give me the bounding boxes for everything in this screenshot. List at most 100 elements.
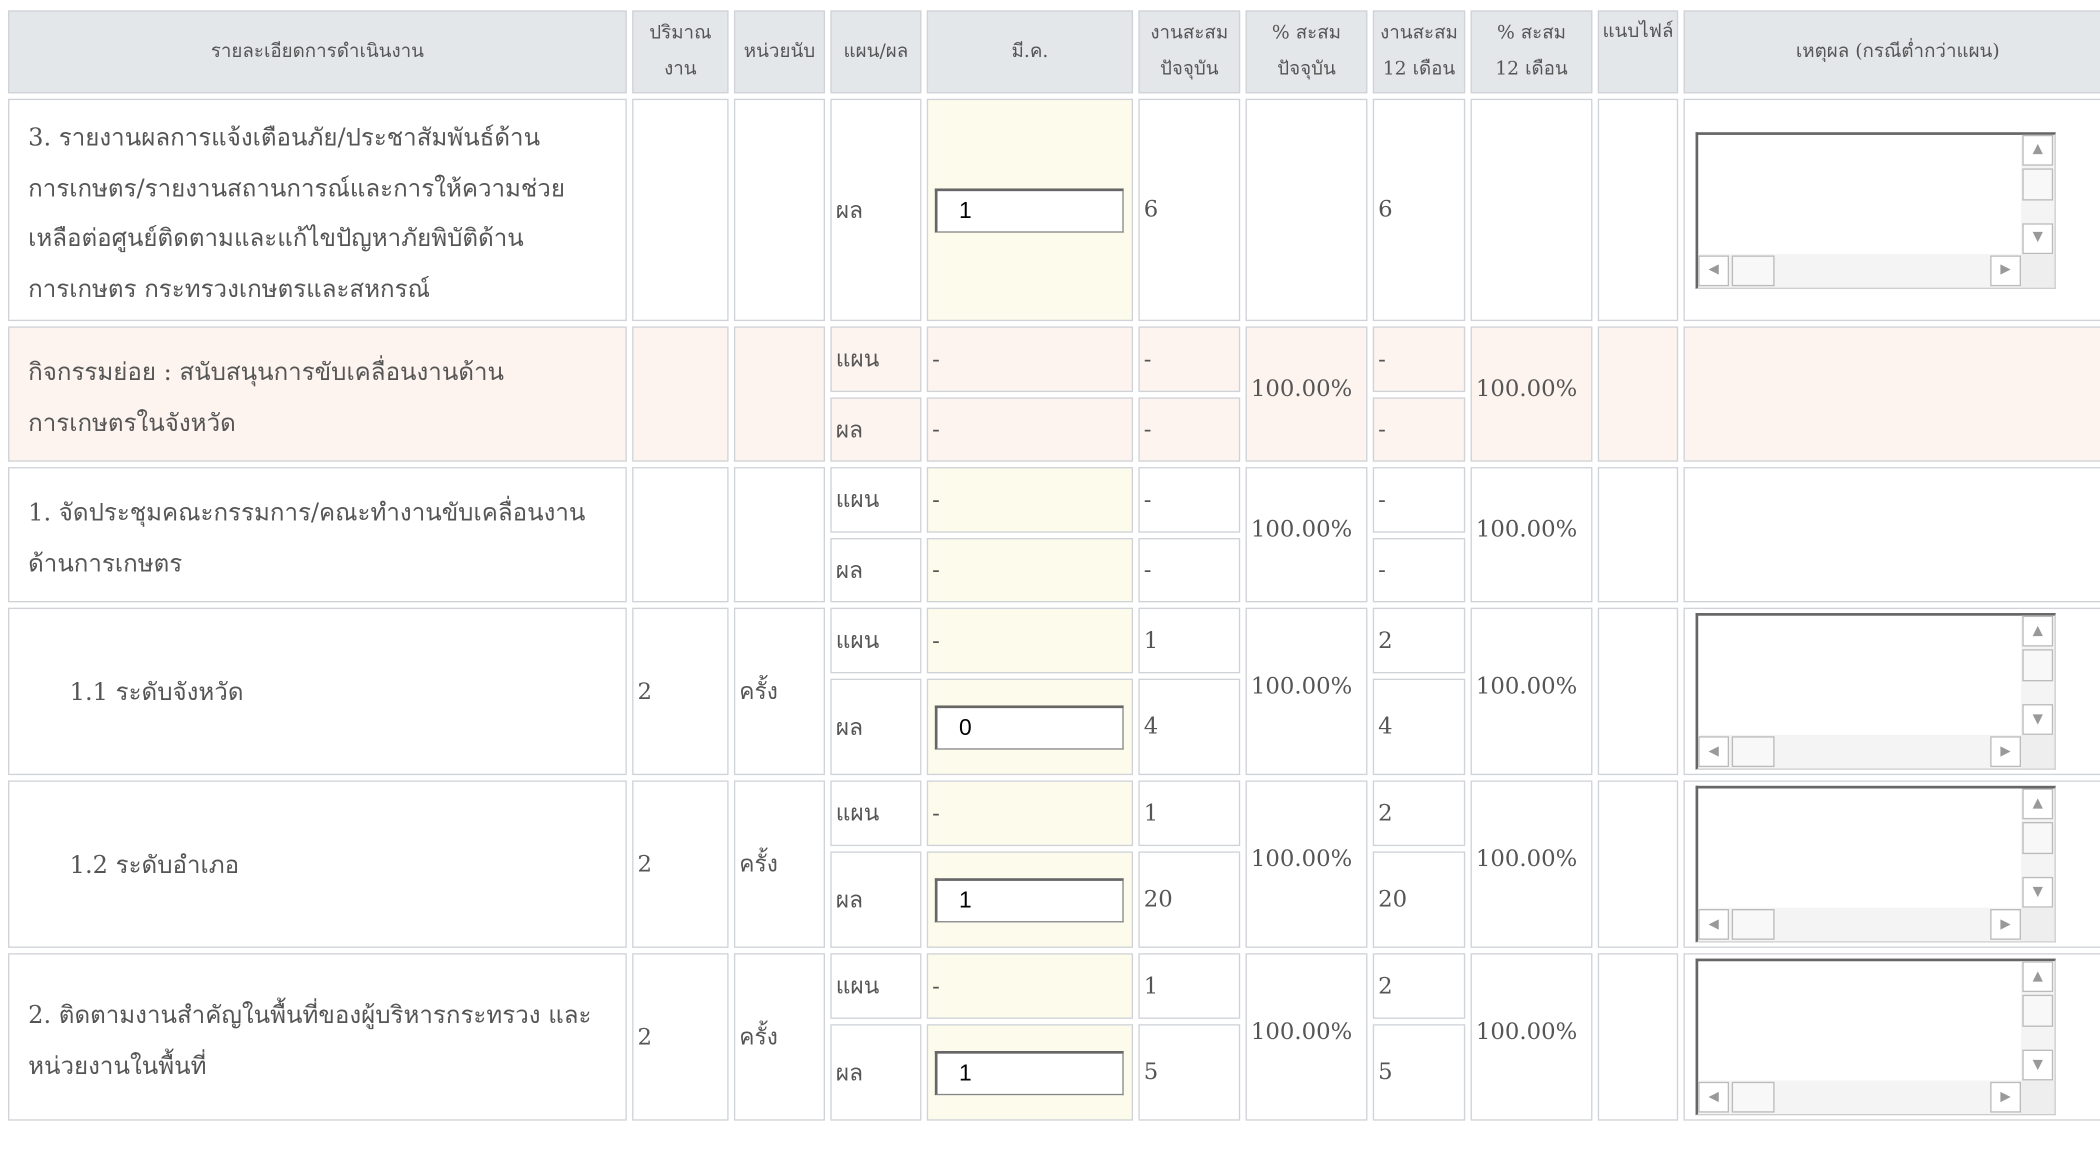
item2-pct-current-value: 100.00% <box>1250 1018 1353 1045</box>
scroll-down-icon[interactable]: ▼ <box>2022 876 2054 908</box>
activity-quantity <box>632 326 729 462</box>
item11-attach <box>1597 607 1679 776</box>
activity-result-month: - <box>926 397 1134 462</box>
item11-quantity: 2 <box>632 607 729 776</box>
table-row: 3. รายงานผลการแจ้งเตือนภัย/ประชาสัมพันธ์… <box>8 98 2100 322</box>
scroll-right-icon[interactable]: ▶ <box>1990 1081 2022 1113</box>
header-pct-current-line1: % สะสม <box>1271 22 1342 44</box>
item1-pct-12: 100.00% <box>1470 467 1593 603</box>
horizontal-scrollbar[interactable]: ◀ ▶ <box>1698 907 2022 942</box>
header-attach: แนบไฟล์ <box>1597 10 1679 94</box>
row3-quantity <box>632 98 729 322</box>
scroll-down-icon[interactable]: ▼ <box>2022 1049 2054 1081</box>
item11-detail: 1.1 ระดับจังหวัด <box>8 607 627 776</box>
item11-plan-label: แผน <box>830 607 922 674</box>
item1-result-month: - <box>926 538 1134 603</box>
scroll-corner <box>2021 907 2055 942</box>
header-month: มี.ค. <box>926 10 1134 94</box>
scroll-thumb[interactable] <box>2022 649 2054 682</box>
row3-month-cell <box>926 98 1134 322</box>
activity-pct-12-value: 100.00% <box>1475 375 1578 403</box>
scroll-left-icon[interactable]: ◀ <box>1698 254 1730 286</box>
header-pct-current: % สะสม ปัจจุบัน <box>1245 10 1368 94</box>
scroll-up-icon[interactable]: ▲ <box>2022 788 2054 820</box>
item12-result-month-cell <box>926 851 1134 948</box>
row3-month-input[interactable] <box>934 187 1124 233</box>
table-row: กิจกรรมย่อย : สนับสนุนการขับเคลื่อนงานด้… <box>8 326 2100 462</box>
item2-quantity: 2 <box>632 953 729 1121</box>
reason-textarea[interactable]: ▲ ▼ ◀ ▶ <box>1695 958 2056 1116</box>
header-cum-12-line2: 12 เดือน <box>1382 58 1456 81</box>
item12-pct-12-value: 100.00% <box>1475 845 1578 873</box>
scroll-down-icon[interactable]: ▼ <box>2022 704 2054 735</box>
vertical-scrollbar[interactable]: ▲ ▼ <box>2021 961 2055 1081</box>
item2-detail: 2. ติดตามงานสำคัญในพื้นที่ของผู้บริหารกร… <box>8 953 627 1121</box>
item11-result-cum12: 4 <box>1372 678 1466 776</box>
scroll-thumb[interactable] <box>2022 821 2054 855</box>
scroll-corner <box>2021 1080 2055 1114</box>
reason-textarea[interactable]: ▲ ▼ ◀ ▶ <box>1695 785 2056 943</box>
activity-attach <box>1597 326 1679 462</box>
scroll-right-icon[interactable]: ▶ <box>1990 909 2022 940</box>
vertical-scrollbar[interactable]: ▲ ▼ <box>2021 788 2055 908</box>
item12-unit: ครั้ง <box>733 780 826 948</box>
header-cum-current-line2: ปัจจุบัน <box>1160 58 1219 81</box>
table-row: 1.2 ระดับอำเภอ 2 ครั้ง แผน - 1 100.00% 2… <box>8 780 2100 948</box>
item2-reason-cell: ▲ ▼ ◀ ▶ <box>1683 953 2100 1121</box>
scroll-down-icon[interactable]: ▼ <box>2022 222 2054 254</box>
scroll-up-icon[interactable]: ▲ <box>2022 134 2054 166</box>
item2-month-input[interactable] <box>934 1050 1124 1095</box>
item12-plan-cum12: 2 <box>1372 780 1466 847</box>
item11-plan-month: - <box>926 607 1134 674</box>
activity-pct-current-value: 100.00% <box>1250 375 1353 403</box>
header-pct-12: % สะสม 12 เดือน <box>1470 10 1593 94</box>
header-quantity: ปริมาณงาน <box>632 10 729 94</box>
item12-pct-current: 100.00% <box>1245 780 1368 948</box>
report-table-page: รายละเอียดการดำเนินงาน ปริมาณงาน หน่วยนั… <box>0 5 2100 1174</box>
item2-result-cum: 5 <box>1138 1024 1241 1121</box>
scroll-left-icon[interactable]: ◀ <box>1698 736 1730 768</box>
table-row: 1.1 ระดับจังหวัด 2 ครั้ง แผน - 1 100.00%… <box>8 607 2100 776</box>
item11-pct-current: 100.00% <box>1245 607 1368 776</box>
vertical-scrollbar[interactable]: ▲ ▼ <box>2021 134 2055 254</box>
horizontal-scrollbar[interactable]: ◀ ▶ <box>1698 734 2022 769</box>
scroll-thumb[interactable] <box>1731 909 1775 940</box>
activity-plan-cum12: - <box>1372 326 1466 393</box>
item11-month-input[interactable] <box>934 704 1124 749</box>
scroll-corner <box>2021 734 2055 769</box>
scroll-thumb[interactable] <box>2022 167 2054 200</box>
item11-reason-cell: ▲ ▼ ◀ ▶ <box>1683 607 2100 776</box>
scroll-left-icon[interactable]: ◀ <box>1698 1081 1730 1113</box>
reason-textarea[interactable]: ▲ ▼ ◀ ▶ <box>1695 131 2056 289</box>
scroll-thumb[interactable] <box>1731 254 1775 286</box>
item12-result-cum: 20 <box>1138 851 1241 948</box>
horizontal-scrollbar[interactable]: ◀ ▶ <box>1698 253 2022 287</box>
scroll-thumb[interactable] <box>1731 736 1775 768</box>
scroll-thumb[interactable] <box>1731 1081 1775 1113</box>
header-cum-current-line1: งานสะสม <box>1150 22 1229 44</box>
scroll-thumb[interactable] <box>2022 994 2054 1027</box>
activity-plan-month: - <box>926 326 1134 393</box>
reason-textarea[interactable]: ▲ ▼ ◀ ▶ <box>1695 613 2056 770</box>
item12-detail: 1.2 ระดับอำเภอ <box>8 780 627 948</box>
activity-result-cum12: - <box>1372 397 1466 462</box>
item1-pct-current-value: 100.00% <box>1250 515 1353 543</box>
item11-unit: ครั้ง <box>733 607 826 776</box>
header-cum-12: งานสะสม 12 เดือน <box>1372 10 1466 94</box>
header-detail: รายละเอียดการดำเนินงาน <box>8 10 627 94</box>
header-reason: เหตุผล (กรณีต่ำกว่าแผน) <box>1683 10 2100 94</box>
item2-result-month-cell <box>926 1024 1134 1121</box>
item11-result-label: ผล <box>830 678 922 776</box>
scroll-up-icon[interactable]: ▲ <box>2022 615 2054 647</box>
scroll-left-icon[interactable]: ◀ <box>1698 909 1730 940</box>
item2-pct-current: 100.00% <box>1245 953 1368 1121</box>
scroll-right-icon[interactable]: ▶ <box>1990 736 2022 768</box>
scroll-right-icon[interactable]: ▶ <box>1990 254 2022 286</box>
vertical-scrollbar[interactable]: ▲ ▼ <box>2021 615 2055 735</box>
horizontal-scrollbar[interactable]: ◀ ▶ <box>1698 1080 2022 1114</box>
item12-result-cum12: 20 <box>1372 851 1466 948</box>
item12-month-input[interactable] <box>934 877 1124 922</box>
item11-plan-cum12: 2 <box>1372 607 1466 674</box>
item11-result-month-cell <box>926 678 1134 776</box>
scroll-up-icon[interactable]: ▲ <box>2022 961 2054 993</box>
